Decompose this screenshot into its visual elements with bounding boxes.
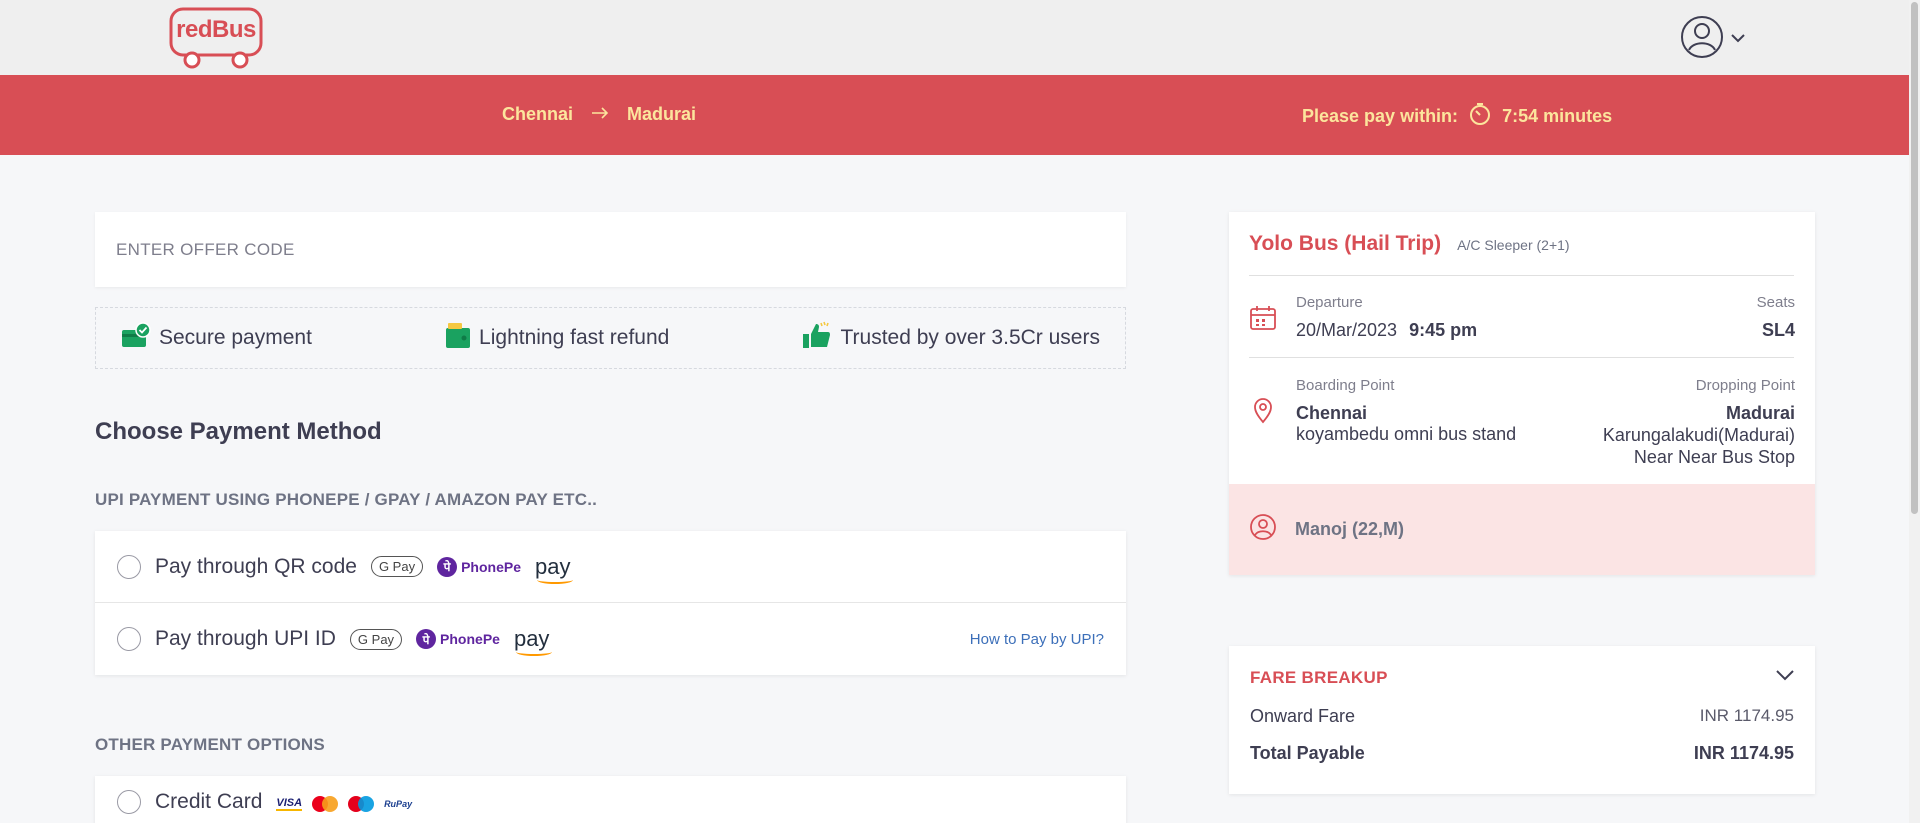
- route-from: Chennai: [502, 104, 574, 124]
- total-payable-row: Total Payable INR 1174.95: [1250, 743, 1794, 764]
- boarding-place: koyambedu omni bus stand: [1296, 424, 1517, 444]
- boarding-city: Chennai: [1296, 403, 1368, 423]
- thumbs-up-icon: [802, 320, 832, 356]
- departure-time: 9:45 pm: [1409, 320, 1478, 340]
- divider: [1249, 275, 1794, 276]
- route-summary: Chennai Madurai: [502, 103, 696, 126]
- amazon-pay-logo: pay: [534, 553, 574, 584]
- onward-fare-value: INR 1174.95: [1699, 706, 1794, 725]
- pay-qr-label: Pay through QR code: [155, 554, 357, 578]
- trust-users: Trusted by over 3.5Cr users: [802, 320, 1100, 356]
- trust-refund-label: Lightning fast refund: [479, 326, 670, 349]
- credit-card-option[interactable]: Credit Card VISA RuPay: [95, 776, 1126, 823]
- offer-code-input[interactable]: [95, 212, 1126, 287]
- calendar-icon: [1249, 304, 1277, 332]
- onward-fare-row: Onward Fare INR 1174.95: [1250, 706, 1794, 727]
- wallet-icon: [445, 321, 471, 355]
- shield-wallet-icon: [121, 321, 151, 355]
- arrow-right-icon: [591, 103, 609, 126]
- seats-value: SL4: [1761, 320, 1795, 340]
- departure-date: 20/Mar/2023: [1296, 320, 1398, 340]
- upi-section-heading: UPI PAYMENT USING PHONEPE / GPAY / AMAZO…: [95, 490, 598, 509]
- timer-value: 7:54 minutes: [1502, 106, 1613, 126]
- timer-icon: [1468, 102, 1492, 131]
- onward-fare-label: Onward Fare: [1250, 706, 1356, 726]
- radio-credit-card[interactable]: [117, 790, 141, 814]
- payment-timer: Please pay within: 7:54 minutes: [1302, 102, 1612, 131]
- page-scrollbar[interactable]: [1909, 0, 1920, 823]
- gpay-logo: G Pay: [349, 628, 403, 650]
- dropping-place-line1: Karungalakudi(Madurai): [1602, 425, 1795, 445]
- trust-fast-refund: Lightning fast refund: [445, 321, 669, 355]
- phonepe-logo: पे PhonePe: [416, 629, 500, 649]
- visa-logo: VISA: [276, 797, 303, 811]
- dropping-city: Madurai: [1725, 403, 1795, 423]
- pay-within-label: Please pay within:: [1302, 106, 1459, 126]
- bus-type: A/C Sleeper (2+1): [1457, 237, 1570, 253]
- top-nav-bar: redBus: [0, 0, 1909, 75]
- other-options-card: Credit Card VISA RuPay: [95, 776, 1126, 823]
- upi-brand-logos: G Pay पे PhonePe pay: [370, 553, 574, 584]
- maestro-logo: [348, 796, 375, 812]
- mastercard-logo: [312, 796, 339, 812]
- passenger-icon: [1249, 513, 1277, 546]
- total-payable-label: Total Payable: [1250, 743, 1365, 763]
- pay-qr-option[interactable]: Pay through QR code G Pay पे PhonePe pay: [95, 531, 1126, 603]
- phonepe-text: PhonePe: [461, 558, 521, 575]
- dropping-point-label: Dropping Point: [1695, 377, 1795, 394]
- location-pin-icon: [1249, 396, 1277, 424]
- dropping-place: Karungalakudi(Madurai) Near Near Bus Sto…: [1603, 424, 1795, 468]
- trust-secure-payment: Secure payment: [121, 321, 312, 355]
- payment-method-title: Choose Payment Method: [95, 418, 382, 445]
- chevron-down-icon: [1730, 30, 1746, 48]
- radio-upi-id[interactable]: [117, 627, 141, 651]
- fare-breakup-card: FARE BREAKUP Onward Fare INR 1174.95 Tot…: [1229, 646, 1815, 794]
- scrollbar-thumb[interactable]: [1911, 2, 1918, 514]
- other-payment-heading: OTHER PAYMENT OPTIONS: [95, 735, 325, 754]
- fare-breakup-title: FARE BREAKUP: [1250, 668, 1388, 687]
- redbus-logo[interactable]: redBus: [168, 6, 264, 70]
- pay-upi-id-label: Pay through UPI ID: [155, 627, 336, 650]
- trip-summary-card: Yolo Bus (Hail Trip) A/C Sleeper (2+1) D…: [1229, 212, 1815, 575]
- credit-card-label: Credit Card: [155, 790, 263, 813]
- profile-menu-button[interactable]: [1680, 15, 1760, 64]
- bus-header: Yolo Bus (Hail Trip) A/C Sleeper (2+1): [1249, 232, 1570, 256]
- departure-value: 20/Mar/2023 9:45 pm: [1296, 320, 1477, 341]
- departure-label: Departure: [1296, 294, 1363, 311]
- trust-secure-label: Secure payment: [159, 326, 312, 349]
- card-brand-logos: VISA RuPay: [276, 796, 412, 812]
- divider: [1249, 357, 1794, 358]
- total-payable-value: INR 1174.95: [1693, 743, 1794, 763]
- passenger-name: Manoj (22,M): [1295, 519, 1405, 539]
- trust-users-label: Trusted by over 3.5Cr users: [840, 326, 1100, 349]
- radio-qr[interactable]: [117, 554, 141, 579]
- route-to: Madurai: [627, 104, 697, 124]
- gpay-logo: G Pay: [370, 556, 424, 577]
- bus-operator-name: Yolo Bus (Hail Trip): [1249, 232, 1442, 255]
- passenger-row: Manoj (22,M): [1229, 484, 1815, 575]
- pay-upi-id-option[interactable]: Pay through UPI ID G Pay पे PhonePe pay H…: [95, 603, 1126, 675]
- boarding-point-label: Boarding Point: [1296, 377, 1395, 394]
- phonepe-logo: पे PhonePe: [437, 556, 521, 577]
- amazon-pay-logo: pay: [513, 626, 553, 656]
- chevron-down-icon[interactable]: [1775, 668, 1795, 687]
- dropping-place-line2: Near Near Bus Stop: [1633, 447, 1795, 467]
- rupay-logo: RuPay: [384, 799, 413, 809]
- how-to-pay-upi-link[interactable]: How to Pay by UPI?: [970, 631, 1104, 648]
- logo-text: redBus: [176, 16, 256, 43]
- phonepe-text: PhonePe: [440, 631, 500, 647]
- user-icon: [1680, 15, 1724, 64]
- seats-label: Seats: [1756, 294, 1795, 311]
- trust-strip: Secure payment Lightning fast refund Tru…: [95, 307, 1126, 369]
- upi-brand-logos: G Pay पे PhonePe pay: [349, 626, 553, 656]
- journey-banner: Chennai Madurai Please pay within: 7:54 …: [0, 75, 1909, 155]
- upi-options-card: Pay through QR code G Pay पे PhonePe pay …: [95, 531, 1126, 675]
